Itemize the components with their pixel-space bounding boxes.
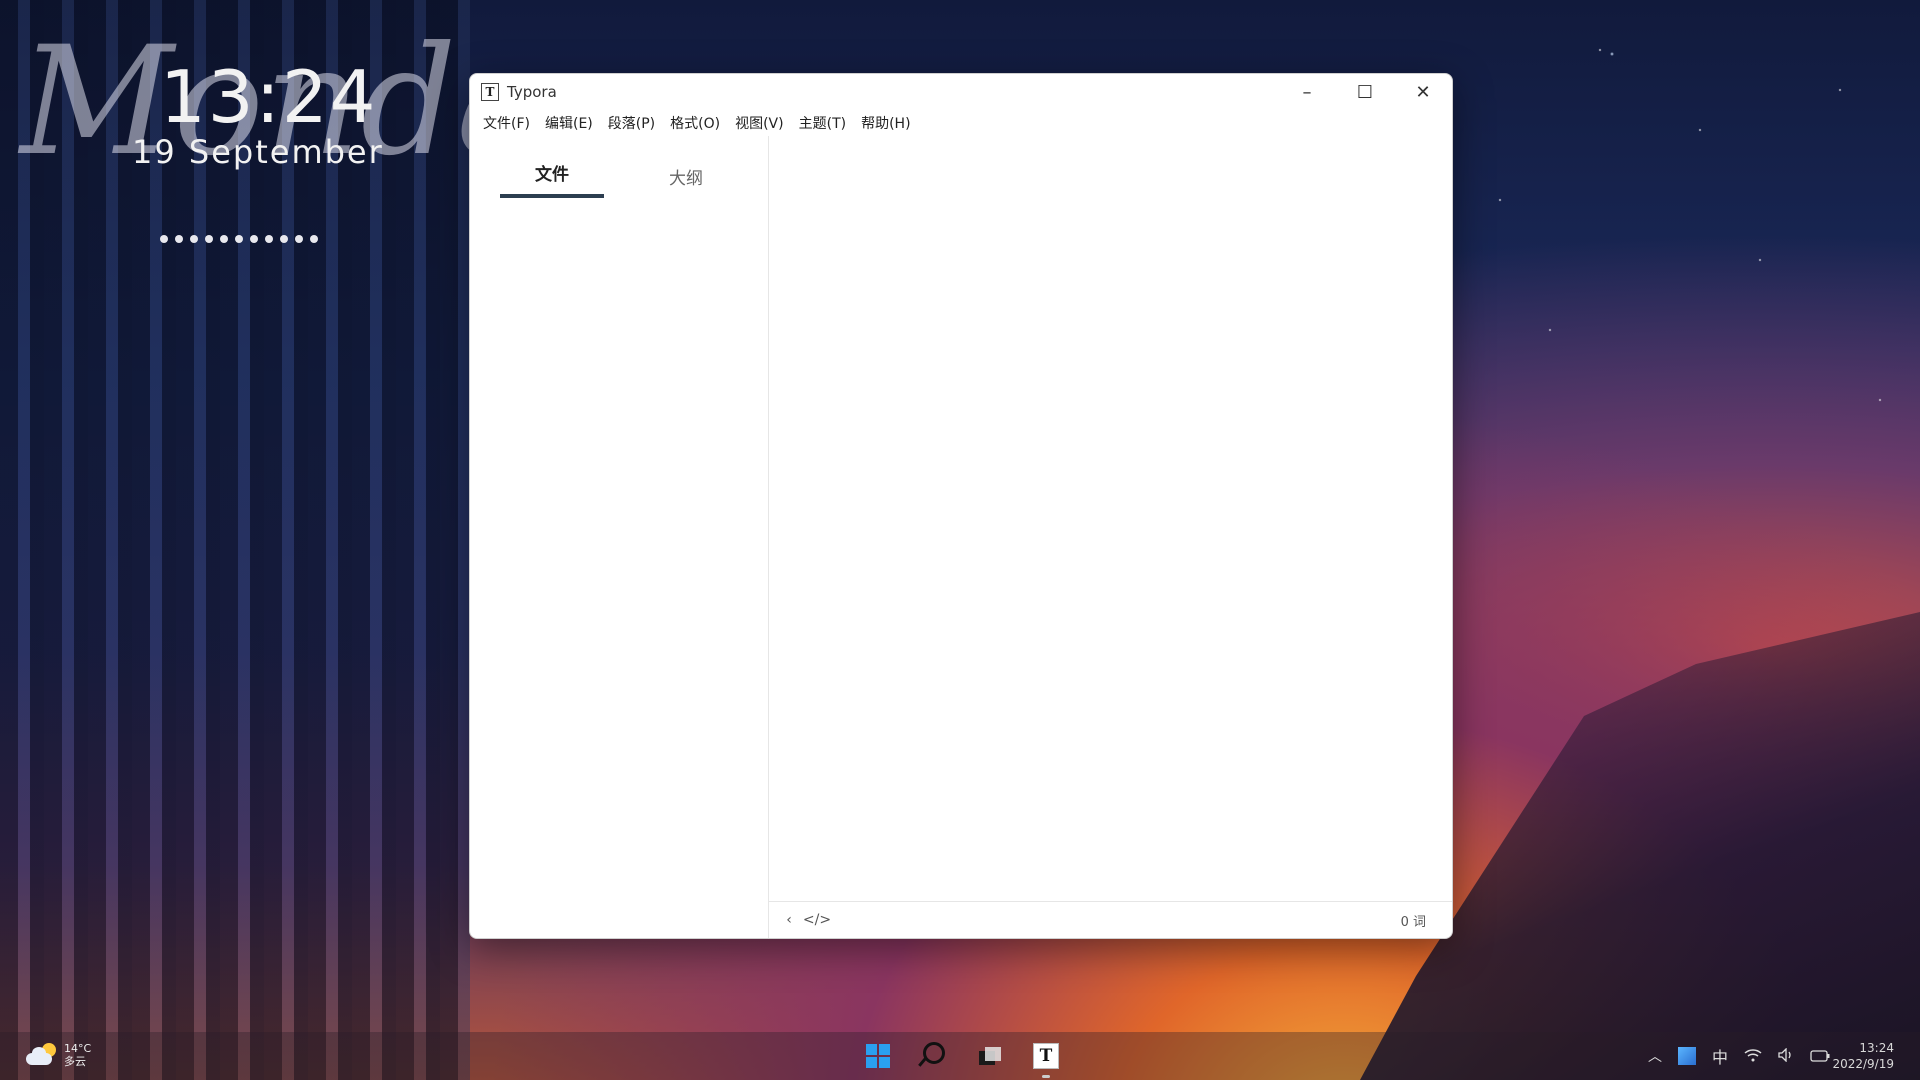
typora-icon: T: [1033, 1043, 1059, 1069]
taskbar: 14°C 多云 T ︿ 中 13:24 2022/9/19: [0, 1032, 1920, 1080]
task-view-icon: [979, 1047, 1001, 1065]
sidebar-tabs: 文件 大纲: [470, 136, 768, 198]
tab-files[interactable]: 文件: [500, 150, 604, 198]
window-body: 文件 大纲 ‹ </> 0 词: [470, 136, 1452, 938]
password-dot: [310, 235, 318, 243]
password-dot: [280, 235, 288, 243]
weather-desc: 多云: [64, 1055, 86, 1068]
editor-area[interactable]: ‹ </> 0 词: [769, 136, 1452, 938]
weather-text: 14°C 多云: [64, 1042, 91, 1068]
caption-buttons: – ☐ ✕: [1278, 74, 1452, 110]
password-dot: [220, 235, 228, 243]
taskbar-clock[interactable]: 13:24 2022/9/19: [1832, 1040, 1894, 1072]
clock-widget: Monday 13:24 19 September: [20, 15, 631, 189]
taskbar-time: 13:24: [1859, 1041, 1894, 1055]
volume-icon[interactable]: [1778, 1046, 1794, 1066]
typora-taskbar-button[interactable]: T: [1028, 1038, 1064, 1078]
show-hidden-icons-chevron-icon[interactable]: ︿: [1648, 1046, 1662, 1066]
window-title: Typora: [507, 83, 557, 101]
status-bar: ‹ </> 0 词: [769, 901, 1452, 938]
password-dot: [265, 235, 273, 243]
maximize-button[interactable]: ☐: [1336, 74, 1394, 110]
battery-icon[interactable]: [1810, 1047, 1830, 1066]
menu-edit[interactable]: 编辑(E): [538, 113, 601, 133]
clock-time: 13:24: [160, 55, 378, 139]
search-button[interactable]: [916, 1038, 952, 1074]
taskbar-apps: T: [860, 1038, 1064, 1078]
minimize-button[interactable]: –: [1278, 74, 1336, 110]
menu-view[interactable]: 视图(V): [728, 113, 792, 133]
menu-file[interactable]: 文件(F): [476, 113, 538, 133]
password-dots: [160, 235, 318, 243]
weather-widget[interactable]: 14°C 多云: [26, 1042, 91, 1068]
close-button[interactable]: ✕: [1394, 74, 1452, 110]
password-dot: [190, 235, 198, 243]
tab-outline[interactable]: 大纲: [634, 154, 738, 198]
cloudy-weather-icon: [26, 1043, 56, 1065]
clock-date: 19 September: [132, 133, 384, 171]
menu-theme[interactable]: 主题(T): [792, 113, 854, 133]
typora-app-icon: T: [481, 83, 499, 101]
wifi-icon[interactable]: [1744, 1047, 1762, 1066]
title-bar[interactable]: T Typora – ☐ ✕: [470, 74, 1452, 110]
password-dot: [175, 235, 183, 243]
taskbar-date: 2022/9/19: [1832, 1057, 1894, 1071]
menu-help[interactable]: 帮助(H): [854, 113, 918, 133]
sidebar: 文件 大纲: [470, 136, 769, 938]
password-dot: [205, 235, 213, 243]
system-tray: ︿ 中: [1648, 1044, 1830, 1068]
windows-logo-icon: [866, 1044, 890, 1068]
password-dot: [295, 235, 303, 243]
search-icon: [923, 1042, 945, 1064]
weather-temp: 14°C: [64, 1042, 92, 1055]
tray-app-icon[interactable]: [1677, 1047, 1696, 1065]
start-button[interactable]: [860, 1038, 896, 1074]
running-indicator: [1042, 1075, 1050, 1078]
password-dot: [160, 235, 168, 243]
typora-window: T Typora – ☐ ✕ 文件(F) 编辑(E) 段落(P) 格式(O) 视…: [469, 73, 1453, 939]
menu-format[interactable]: 格式(O): [663, 113, 728, 133]
toggle-sidebar-icon[interactable]: ‹: [775, 912, 803, 928]
ime-indicator[interactable]: 中: [1712, 1044, 1728, 1068]
source-code-mode-icon[interactable]: </>: [803, 912, 831, 928]
password-dot: [235, 235, 243, 243]
menu-bar: 文件(F) 编辑(E) 段落(P) 格式(O) 视图(V) 主题(T) 帮助(H…: [470, 110, 1452, 136]
task-view-button[interactable]: [972, 1038, 1008, 1074]
menu-paragraph[interactable]: 段落(P): [601, 113, 663, 133]
word-count[interactable]: 0 词: [1401, 911, 1426, 930]
password-dot: [250, 235, 258, 243]
